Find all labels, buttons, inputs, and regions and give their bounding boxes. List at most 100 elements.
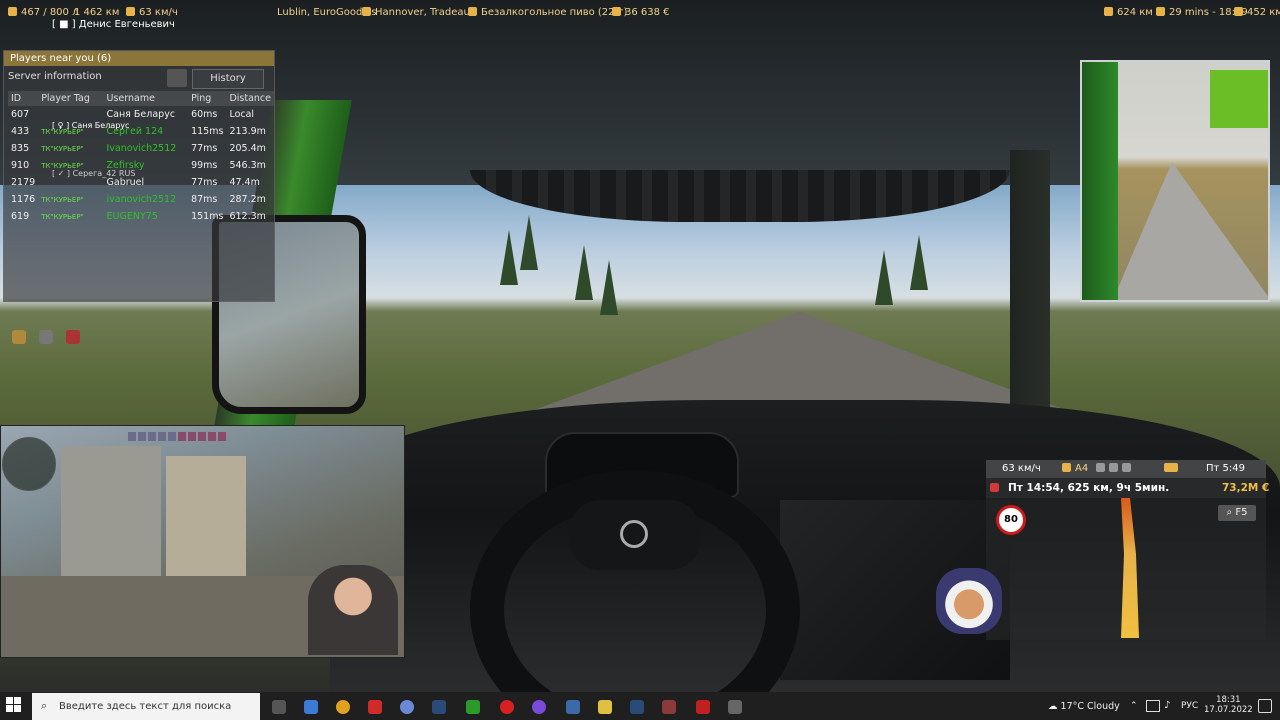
player-distance: 213.9m xyxy=(229,126,266,137)
server-information-tab[interactable]: Server information xyxy=(8,71,102,82)
document-search-icon[interactable] xyxy=(39,330,54,344)
table-row[interactable]: 910 ТК"КУРЬЕР" Zefirsky 99ms 546.3m xyxy=(8,157,274,174)
odometer-readout: 1 462 км xyxy=(74,7,120,18)
player-avatar-icon xyxy=(208,432,216,441)
table-row[interactable]: 2179 Gabruel 77ms 47.4m xyxy=(8,174,274,191)
search-icon: ⌕ xyxy=(41,699,48,712)
table-row[interactable]: 607 Саня Беларус 60ms Local xyxy=(8,106,274,123)
player-ping: 115ms xyxy=(191,126,224,137)
player-id: 433 xyxy=(11,126,30,137)
column-header[interactable]: ID xyxy=(8,91,39,106)
zoom-map-button[interactable]: ⌕ F5 xyxy=(1218,505,1256,521)
steam-icon[interactable] xyxy=(432,700,446,714)
nav-money: 73,2M € xyxy=(1222,482,1270,494)
top-hud-bar: 467 / 800 л 1 462 км 63 км/ч Lublin, Eur… xyxy=(0,0,1280,26)
game-app-icon[interactable] xyxy=(662,700,676,714)
players-table: ID Player Tag Username Ping Distance 607… xyxy=(8,91,274,225)
trailer-icon xyxy=(1109,463,1118,472)
clock-time: 18:31 xyxy=(1216,695,1241,705)
system-clock[interactable]: 18:31 17.07.2022 xyxy=(1204,695,1253,715)
vtc-panel-icon[interactable] xyxy=(696,700,710,714)
mail-icon[interactable] xyxy=(1164,463,1182,474)
player-username: Ivanovich2512 xyxy=(106,143,177,154)
player-distance: 287.2m xyxy=(229,194,266,205)
column-header[interactable]: Ping xyxy=(188,91,227,106)
taskbar-search-box[interactable]: ⌕ Введите здесь текст для поиска xyxy=(32,693,260,720)
player-id: 607 xyxy=(11,109,30,120)
weather-widget[interactable]: ☁ 17°C Cloudy xyxy=(1048,701,1120,712)
remaining-distance: 624 км xyxy=(1104,7,1153,18)
road-icon xyxy=(1062,463,1071,472)
cargo-icon xyxy=(468,7,477,16)
player-id: 910 xyxy=(11,160,30,171)
job-income: 36 638 € xyxy=(612,7,670,18)
player-avatar-icon xyxy=(198,432,206,441)
steam-icon[interactable] xyxy=(630,700,644,714)
column-header[interactable]: Player Tag xyxy=(38,91,104,106)
notifications-icon[interactable] xyxy=(1258,699,1272,713)
windows-start-icon[interactable] xyxy=(6,697,22,713)
fuel-readout: 467 / 800 л xyxy=(8,7,78,18)
nav-road: A4 xyxy=(1062,463,1088,474)
player-avatar-icon xyxy=(188,432,196,441)
table-row[interactable]: 835 ТК"КУРЬЕР" Ivanovich2512 77ms 205.4m xyxy=(8,140,274,157)
tree xyxy=(500,230,518,285)
rear-view-camera xyxy=(1080,60,1270,302)
search-icon[interactable] xyxy=(167,69,187,87)
volume-icon[interactable]: ♪ xyxy=(1164,700,1170,711)
table-row[interactable]: 1176 ТК"КУРЬЕР" ivanovich2512 87ms 287.2m xyxy=(8,191,274,208)
nav-arrival-row: Пт 14:54, 625 км, 9ч 5мин. 73,2M € xyxy=(986,478,1270,498)
history-button[interactable]: History xyxy=(192,69,264,89)
table-row[interactable]: 619 ТК"КУРЬЕР" EUGENY75 151ms 612.3m xyxy=(8,208,274,225)
a-pillar-right xyxy=(1010,150,1050,410)
camera-green-marker xyxy=(1210,70,1268,128)
player-username: ivanovich2512 xyxy=(106,194,177,205)
player-overlay-tag: [ ♀ ] Саня Беларус xyxy=(52,121,130,130)
fuel-gauge-icon xyxy=(1122,463,1131,472)
ets2-app-icon[interactable] xyxy=(728,700,742,714)
player-ping: 77ms xyxy=(191,143,218,154)
player-ping: 99ms xyxy=(191,160,218,171)
camera-truck-side xyxy=(1082,62,1118,300)
nav-speed: 63 км/ч xyxy=(1002,463,1041,474)
gear-icon[interactable] xyxy=(12,330,26,344)
opera-gx-icon[interactable] xyxy=(400,700,414,714)
report-icon[interactable] xyxy=(66,330,81,344)
chrome-icon[interactable] xyxy=(336,700,350,714)
language-indicator[interactable]: РУС xyxy=(1181,701,1198,711)
viber-icon[interactable] xyxy=(532,700,546,714)
nav-status-row: 63 км/ч A4 Пт 5:49 xyxy=(986,460,1266,478)
yandex-browser-icon[interactable] xyxy=(368,700,382,714)
tree xyxy=(520,215,538,270)
player-tag: ТК"КУРЬЕР" xyxy=(41,144,84,153)
player-distance: 612.3m xyxy=(229,211,266,222)
player-username: EUGENY75 xyxy=(106,211,158,222)
store-icon[interactable] xyxy=(304,700,318,714)
player-avatar-icon xyxy=(128,432,136,441)
opera-icon[interactable] xyxy=(500,700,514,714)
column-header[interactable]: Username xyxy=(103,91,189,106)
players-table-header: ID Player Tag Username Ping Distance xyxy=(8,91,274,106)
nav-game-time: Пт 5:49 xyxy=(1206,463,1245,474)
column-header[interactable]: Distance xyxy=(226,91,274,106)
players-panel[interactable]: Players near you (6) Server information … xyxy=(3,50,275,344)
app-window-icon[interactable] xyxy=(566,700,580,714)
player-distance: 546.3m xyxy=(229,160,266,171)
team-avatars-bar xyxy=(128,426,228,441)
clock-icon xyxy=(1156,7,1165,16)
player-tag: ТК"КУРЬЕР" xyxy=(41,195,84,204)
fuel-pump-icon xyxy=(1234,7,1243,16)
flag-icon xyxy=(990,482,1003,494)
building xyxy=(61,446,161,596)
clock-date: 17.07.2022 xyxy=(1204,705,1253,715)
tray-chevron-icon[interactable]: ⌃ xyxy=(1130,701,1138,711)
table-row[interactable]: 433 ТК"КУРЬЕР" Сергей 124 115ms 213.9m xyxy=(8,123,274,140)
mascot-sticker xyxy=(936,568,1002,634)
taskbar-search-placeholder: Введите здесь текст для поиска xyxy=(59,701,232,712)
network-icon[interactable] xyxy=(1146,700,1160,712)
xbox-icon[interactable] xyxy=(466,700,480,714)
file-explorer-icon[interactable] xyxy=(598,700,612,714)
envelope-icon xyxy=(1164,463,1178,472)
task-view-icon[interactable] xyxy=(272,700,286,714)
radar-minimap xyxy=(2,437,56,491)
